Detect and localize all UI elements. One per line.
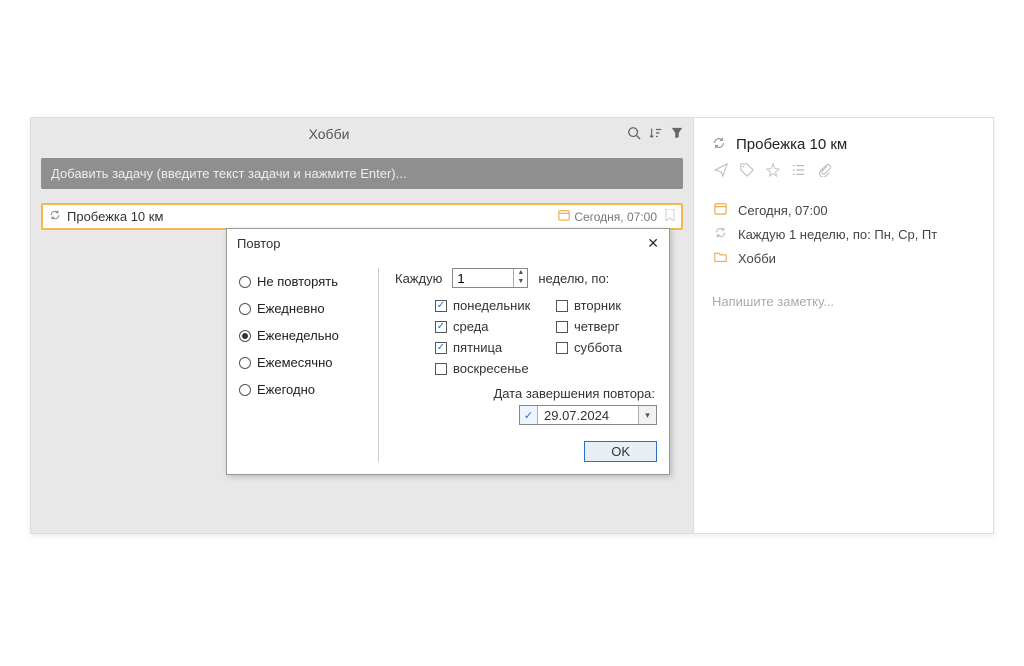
repeat-mode-group: Не повторять Ежедневно Еженедельно Ежеме… [239, 268, 379, 462]
check-fri[interactable]: ✓ пятница [435, 340, 536, 355]
check-sun[interactable]: воскресенье [435, 361, 536, 376]
add-task-input[interactable]: Добавить задачу (введите текст задачи и … [41, 158, 683, 189]
radio-label: Еженедельно [257, 328, 339, 343]
radio-label: Ежемесячно [257, 355, 333, 370]
task-date: Сегодня, 07:00 [558, 209, 675, 224]
dialog-header: Повтор ✕ [227, 229, 669, 258]
detail-header: Пробежка 10 км [712, 136, 975, 153]
detail-repeat-text: Каждую 1 неделю, по: Пн, Ср, Пт [738, 227, 937, 242]
ok-button[interactable]: OK [584, 441, 657, 462]
add-task-placeholder: Добавить задачу (введите текст задачи и … [51, 166, 406, 181]
checkbox-icon [556, 342, 568, 354]
calendar-icon [712, 202, 728, 218]
attachment-icon[interactable] [818, 163, 832, 180]
every-label: Каждую [395, 271, 442, 286]
day-label: суббота [574, 340, 622, 355]
day-label: четверг [574, 319, 620, 334]
checkbox-icon [556, 321, 568, 333]
checkbox-icon: ✓ [435, 321, 447, 333]
end-date-row: ✓ 29.07.2024 ▾ [395, 405, 657, 425]
day-label: пятница [453, 340, 502, 355]
radio-yearly[interactable]: Ежегодно [239, 376, 368, 403]
bookmark-icon[interactable] [665, 209, 675, 224]
sort-icon[interactable] [649, 126, 663, 143]
radio-label: Не повторять [257, 274, 338, 289]
tag-icon[interactable] [740, 163, 754, 180]
task-detail-pane: Пробежка 10 км Сегодня, 07:00 Каждую 1 н… [693, 118, 993, 533]
check-thu[interactable]: четверг [556, 319, 657, 334]
end-date-label: Дата завершения повтора: [395, 386, 657, 401]
checkbox-icon: ✓ [435, 300, 447, 312]
weekday-grid: ✓ понедельник вторник ✓ среда [435, 298, 657, 376]
check-sat[interactable]: суббота [556, 340, 657, 355]
task-title: Пробежка 10 км [67, 209, 558, 224]
day-label: понедельник [453, 298, 530, 313]
note-input[interactable]: Напишите заметку... [712, 294, 975, 309]
detail-date-text: Сегодня, 07:00 [738, 203, 828, 218]
every-unit: неделю, по: [538, 271, 609, 286]
filter-icon[interactable] [671, 126, 683, 143]
task-list-pane: Хобби Добавить задачу (введите текст зад… [31, 118, 693, 533]
dialog-actions: OK [395, 441, 657, 462]
detail-folder-line[interactable]: Хобби [712, 246, 975, 270]
dialog-body: Не повторять Ежедневно Еженедельно Ежеме… [227, 258, 669, 474]
spinner-buttons[interactable]: ▲ ▼ [513, 269, 527, 287]
check-mon[interactable]: ✓ понедельник [435, 298, 536, 313]
reminder-icon[interactable] [766, 163, 780, 180]
search-icon[interactable] [627, 126, 641, 143]
repeat-settings: Каждую ▲ ▼ неделю, по: ✓ [379, 268, 657, 462]
radio-none[interactable]: Не повторять [239, 268, 368, 295]
task-row[interactable]: Пробежка 10 км Сегодня, 07:00 [41, 203, 683, 230]
detail-title: Пробежка 10 км [736, 136, 847, 153]
list-header: Хобби [31, 118, 693, 150]
interval-input[interactable] [453, 269, 513, 287]
radio-weekly[interactable]: Еженедельно [239, 322, 368, 349]
day-label: воскресенье [453, 361, 529, 376]
radio-label: Ежегодно [257, 382, 315, 397]
radio-icon [239, 384, 251, 396]
checkbox-icon [435, 363, 447, 375]
list-title: Хобби [31, 122, 627, 146]
radio-label: Ежедневно [257, 301, 325, 316]
close-icon[interactable]: ✕ [647, 235, 659, 252]
end-date-text[interactable]: 29.07.2024 [538, 406, 638, 424]
header-toolbar [627, 126, 683, 143]
checkbox-icon [556, 300, 568, 312]
repeat-icon [49, 209, 61, 224]
checkbox-icon: ✓ [435, 342, 447, 354]
day-label: среда [453, 319, 489, 334]
repeat-icon [712, 136, 726, 153]
folder-icon [712, 250, 728, 266]
interval-spinner[interactable]: ▲ ▼ [452, 268, 528, 288]
radio-icon [239, 357, 251, 369]
check-tue[interactable]: вторник [556, 298, 657, 313]
every-row: Каждую ▲ ▼ неделю, по: [395, 268, 657, 288]
spin-down-icon[interactable]: ▼ [514, 278, 527, 287]
detail-toolbar [712, 163, 975, 180]
detail-folder-text: Хобби [738, 251, 776, 266]
end-date-enable-checkbox[interactable]: ✓ [520, 406, 538, 424]
radio-daily[interactable]: Ежедневно [239, 295, 368, 322]
task-date-text: Сегодня, 07:00 [574, 210, 657, 224]
check-wed[interactable]: ✓ среда [435, 319, 536, 334]
send-icon[interactable] [714, 163, 728, 180]
detail-repeat-line[interactable]: Каждую 1 неделю, по: Пн, Ср, Пт [712, 222, 975, 246]
dialog-title: Повтор [237, 236, 647, 251]
day-label: вторник [574, 298, 621, 313]
repeat-icon [712, 226, 728, 242]
app-window: Хобби Добавить задачу (введите текст зад… [30, 117, 994, 534]
calendar-dropdown-icon[interactable]: ▾ [638, 406, 656, 424]
radio-icon [239, 303, 251, 315]
end-date-field[interactable]: ✓ 29.07.2024 ▾ [519, 405, 657, 425]
detail-date-line[interactable]: Сегодня, 07:00 [712, 198, 975, 222]
radio-icon [239, 276, 251, 288]
calendar-icon [558, 209, 570, 224]
radio-icon [239, 330, 251, 342]
spin-up-icon[interactable]: ▲ [514, 269, 527, 278]
repeat-dialog: Повтор ✕ Не повторять Ежедневно Еженеде [226, 228, 670, 475]
radio-monthly[interactable]: Ежемесячно [239, 349, 368, 376]
checklist-icon[interactable] [792, 163, 806, 180]
note-placeholder: Напишите заметку... [712, 294, 834, 309]
